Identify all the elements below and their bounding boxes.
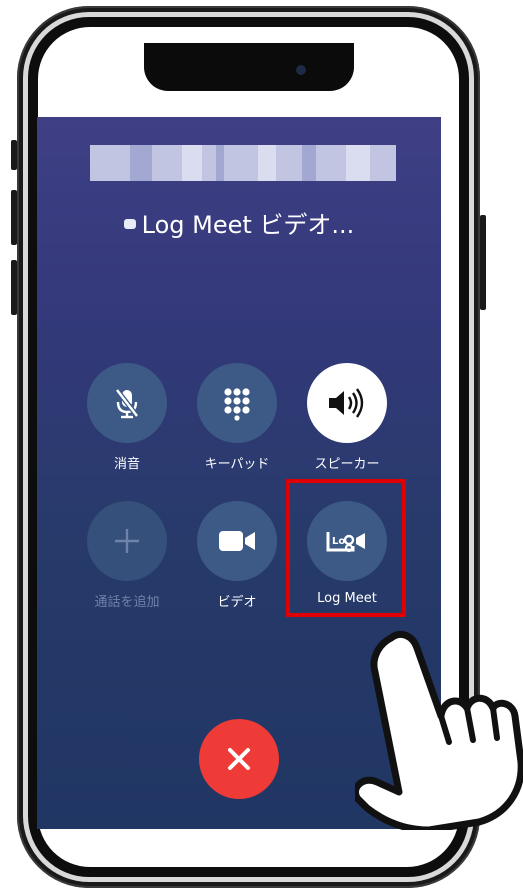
volume-down-button (11, 260, 17, 315)
volume-up-button (11, 190, 17, 245)
mute-button[interactable]: 消音 (86, 363, 168, 472)
add-call-label: 通話を追加 (94, 595, 160, 610)
video-button[interactable]: ビデオ (196, 501, 278, 610)
end-call-button[interactable] (199, 719, 279, 799)
microphone-slash-icon (115, 388, 139, 419)
call-service-label: Log Meet ビデオ... (37, 205, 441, 240)
speaker-icon (329, 388, 364, 418)
keypad-icon (224, 388, 250, 421)
power-button (480, 215, 486, 310)
caller-name-redacted (90, 145, 396, 181)
speaker-button[interactable]: スピーカー (306, 363, 388, 472)
log-meet-small-icon (123, 219, 136, 229)
close-icon (228, 748, 250, 770)
plus-icon (115, 529, 139, 553)
log-meet-highlight-box (286, 479, 406, 617)
video-camera-icon (219, 531, 255, 551)
speaker-label: スピーカー (314, 457, 380, 472)
add-call-button[interactable]: 通話を追加 (86, 501, 168, 610)
keypad-button[interactable]: キーパッド (196, 363, 278, 472)
keypad-label: キーパッド (204, 457, 270, 472)
video-label: ビデオ (217, 595, 257, 610)
phone-notch (144, 43, 354, 91)
silent-switch (11, 140, 17, 170)
pointing-hand-icon (355, 630, 523, 830)
front-camera (296, 65, 306, 75)
mute-label: 消音 (113, 457, 140, 472)
